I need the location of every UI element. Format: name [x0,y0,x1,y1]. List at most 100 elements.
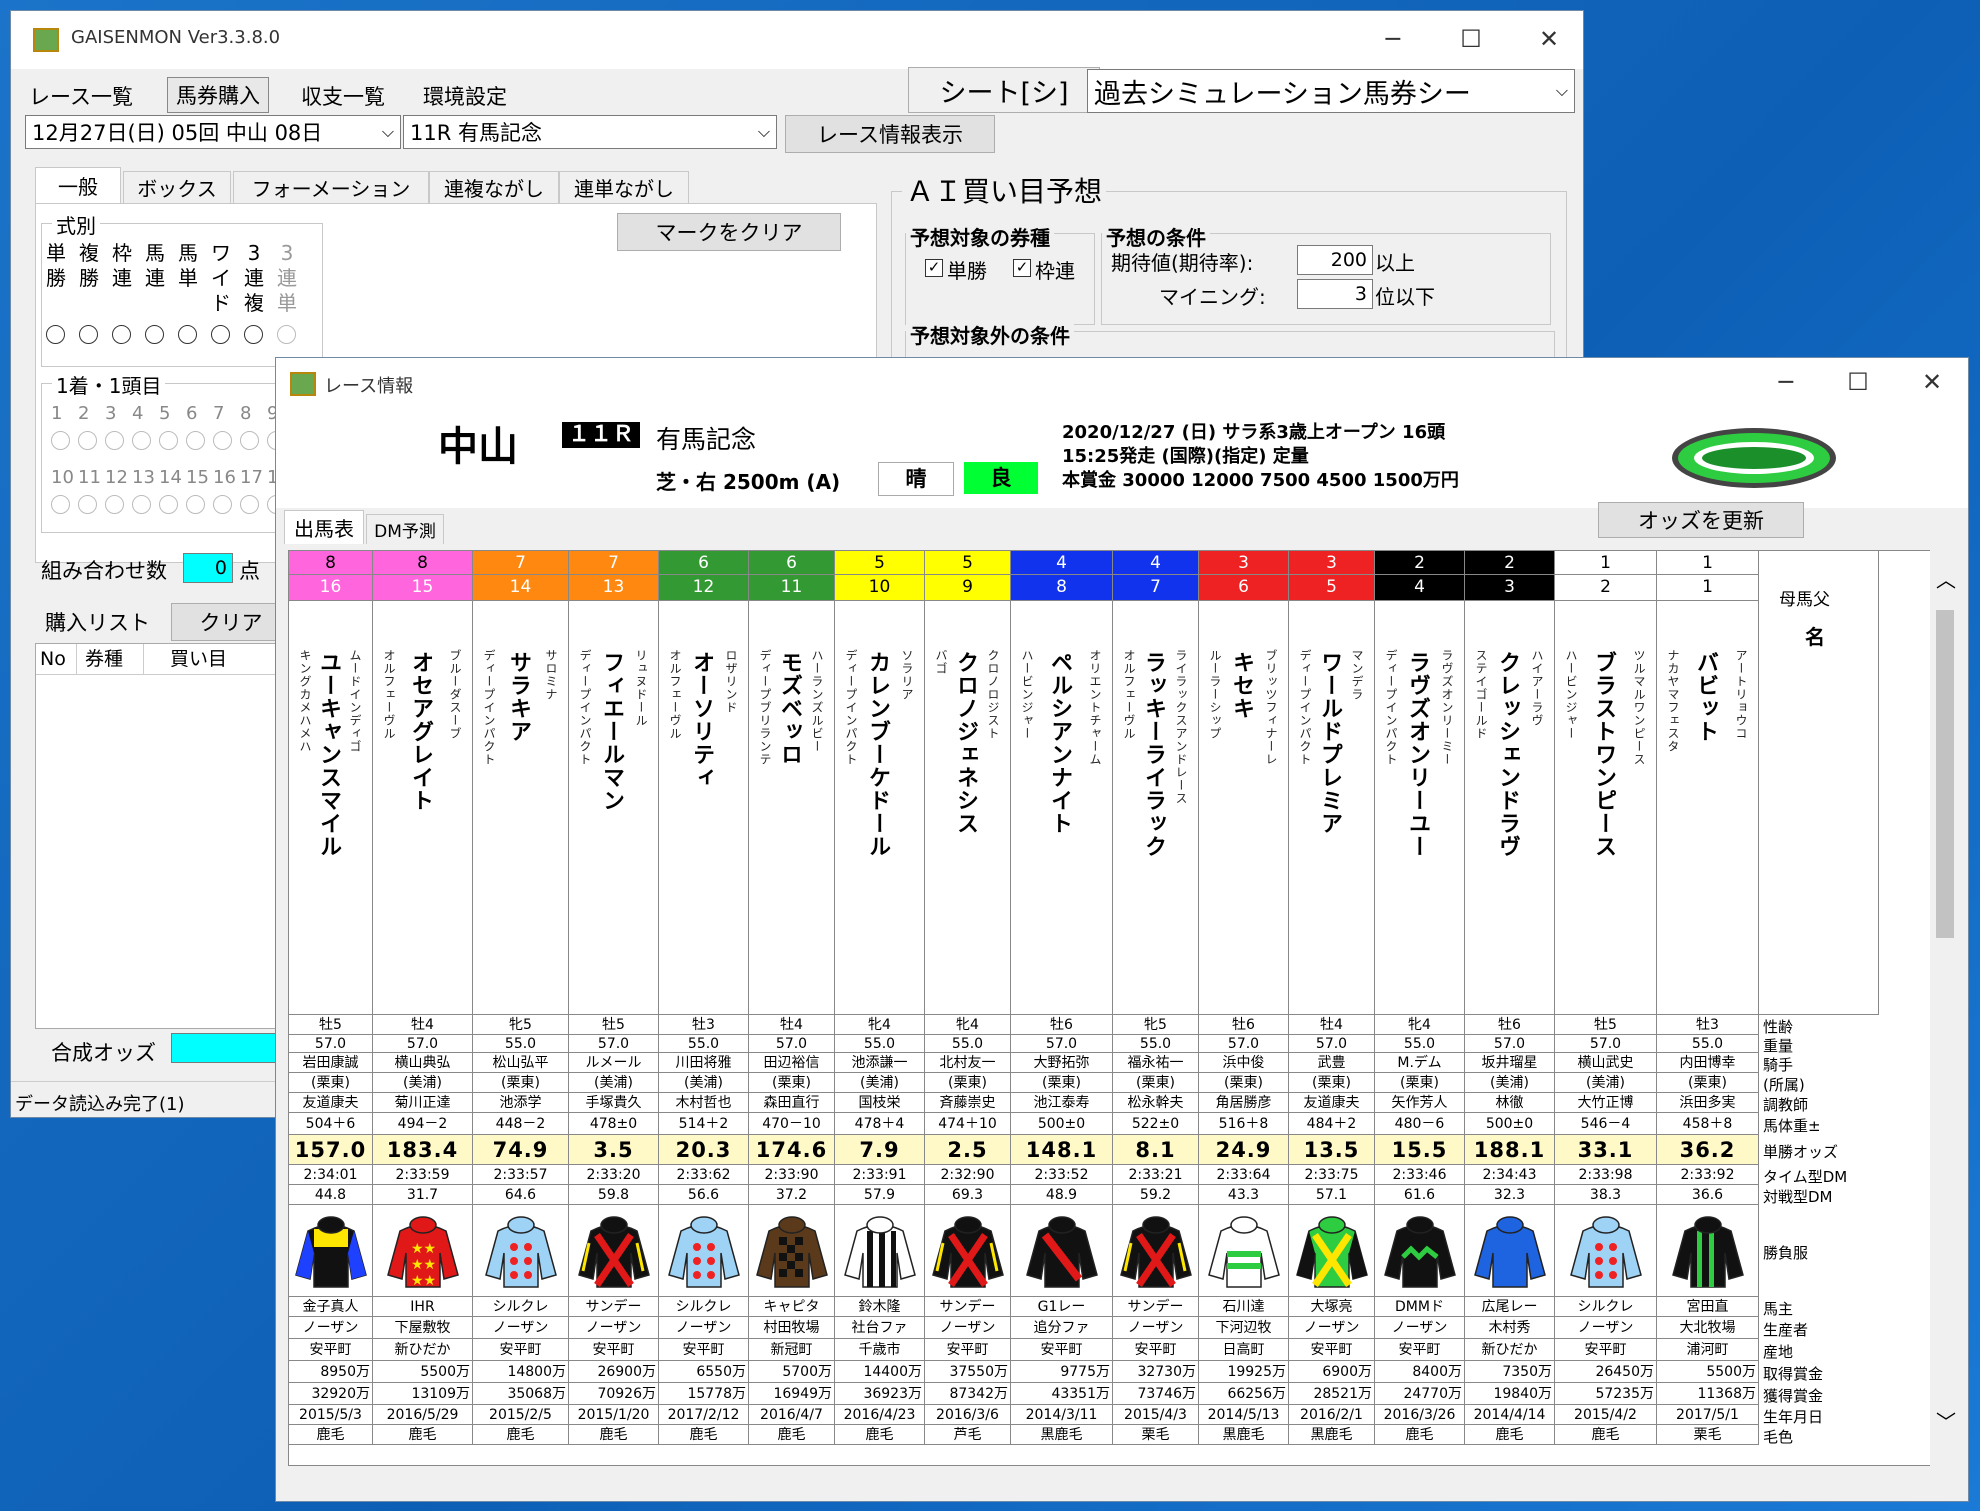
sheet-select[interactable]: 過去シミュレーション馬券シー ⌵ [1087,69,1575,113]
waku-cell: 1 [1555,551,1657,575]
close-icon[interactable]: ✕ [1513,17,1585,61]
shiki-radio[interactable] [178,325,197,344]
horse-name-cell[interactable]: ライラックスアンドレース ラッキーライラック オルフェーヴル [1113,601,1199,1015]
shiki-radio[interactable] [244,325,263,344]
horse-name-cell[interactable]: ハイアーラヴ クレッシェンドラヴ ステイゴールド [1465,601,1555,1015]
shiki-radio[interactable] [211,325,230,344]
maximize-icon[interactable]: ☐ [1435,17,1507,61]
shozoku-cell: (栗東) [289,1073,373,1093]
horse-name-cell[interactable]: ハーランズルビー モズベッロ ディープブリランテ [749,601,835,1015]
ai-expect-input[interactable]: 200 [1297,245,1373,275]
jockey-cell: 坂井瑠星 [1465,1053,1555,1073]
tdm-cell: 2:33:59 [373,1165,473,1185]
tab-dm-prediction[interactable]: DM予測 [366,514,444,544]
waku-cell: 1 [1657,551,1759,575]
horse-number-label: 4 [132,403,144,424]
prize2-cell: 43351万 [1011,1383,1113,1405]
shozoku-cell: (栗東) [1375,1073,1465,1093]
horse-name-cell[interactable]: オリエントチャーム ペルシアンナイト ハービンジャー [1011,601,1113,1015]
clear-marks-button[interactable]: マークをクリア [617,213,841,251]
prize1-cell: 14800万 [473,1361,569,1383]
clear-button[interactable]: クリア [171,603,291,641]
sire-text: ハービンジャー [1020,649,1034,740]
horse-number-checkbox[interactable] [78,431,97,450]
horse-name-cell[interactable]: ムードインディゴ ユーキャンスマイル キングカメハメハ [289,601,373,1015]
owner-cell: G1レー [1011,1297,1113,1317]
menu-balance-list[interactable]: 収支一覧 [301,81,385,111]
menu-race-list[interactable]: レース一覧 [29,81,133,111]
row-label: 獲得賞金 [1763,1387,1824,1405]
ai-mining-input[interactable]: 3 [1297,279,1373,309]
checkbox-wakuren[interactable]: ✓ [1013,259,1031,277]
horse-number-checkbox[interactable] [159,495,178,514]
horse-number-checkbox[interactable] [51,495,70,514]
tab-renpuku-nagashi[interactable]: 連複ながし [429,171,559,203]
menu-buy-tickets[interactable]: 馬券購入 [167,77,269,113]
horse-name-cell[interactable]: ソラリア カレンブーケドール ディープインパクト [835,601,925,1015]
horse-number-checkbox[interactable] [132,431,151,450]
scroll-thumb[interactable] [1936,610,1954,938]
horse-number-checkbox[interactable] [186,495,205,514]
race-info-button[interactable]: レース情報表示 [785,115,995,153]
tab-general[interactable]: 一般 [35,167,121,203]
shozoku-cell: (栗東) [473,1073,569,1093]
horse-name-cell[interactable]: ラヴズオンリーミー ラヴズオンリーユー ディープインパクト [1375,601,1465,1015]
scroll-down-icon[interactable]: ﹀ [1936,1406,1956,1435]
shiki-radio[interactable] [145,325,164,344]
scroll-up-icon[interactable]: ︿ [1936,564,1956,593]
horse-number-checkbox[interactable] [78,495,97,514]
tdm-cell: 2:34:01 [289,1165,373,1185]
coat-cell: 黒鹿毛 [1289,1425,1375,1445]
jockey-cell: 浜中俊 [1199,1053,1289,1073]
bw-cell: 516＋8 [1199,1113,1289,1135]
horse-name-cell[interactable]: マンデラ ワールドプレミア ディープインパクト [1289,601,1375,1015]
vertical-scrollbar[interactable]: ︿ ﹀ [1930,550,1960,1466]
tab-shutsuba[interactable]: 出馬表 [284,510,364,544]
shiki-radio[interactable] [79,325,98,344]
tab-formation[interactable]: フォーメーション [233,171,429,203]
horse-name-cell[interactable]: サロミナ サラキア ディープインパクト [473,601,569,1015]
menu-settings[interactable]: 環境設定 [423,81,507,111]
bw-cell: 484＋2 [1289,1113,1375,1135]
horse-name-cell[interactable]: ロザリンド オーソリティ オルフェーヴル [659,601,749,1015]
horse-number-cell: 15 [373,575,473,601]
horse-number-checkbox[interactable] [105,431,124,450]
trainer-cell: 友道康夫 [1289,1093,1375,1113]
race-close-icon[interactable]: ✕ [1896,360,1968,404]
horse-number-checkbox[interactable] [240,495,259,514]
odds-cell: 3.5 [569,1135,659,1165]
ai-target-title: 予想対象の券種 [906,222,1054,251]
horse-number-checkbox[interactable] [213,495,232,514]
horse-number-checkbox[interactable] [240,431,259,450]
horse-number-checkbox[interactable] [51,431,70,450]
horse-number-checkbox[interactable] [186,431,205,450]
horse-number-checkbox[interactable] [213,431,232,450]
checkbox-tansho[interactable]: ✓ [925,259,943,277]
horse-name-cell[interactable]: ブルーダスーブ オセアグレイト オルフェーヴル [373,601,473,1015]
horse-name-cell[interactable]: リュヌドール フィエールマン ディープインパクト [569,601,659,1015]
horse-name-cell[interactable]: クロノロジスト クロノジェネシス バゴ [925,601,1011,1015]
race-info-window: レース情報 ─ ☐ ✕ 中山 １１Ｒ 有馬記念 芝・右 2500m (A) 晴 … [275,357,1969,1502]
race-minimize-icon[interactable]: ─ [1750,360,1822,404]
shiki-radio[interactable] [46,325,65,344]
race-maximize-icon[interactable]: ☐ [1822,360,1894,404]
vdm-cell: 38.3 [1555,1185,1657,1205]
tab-box[interactable]: ボックス [123,171,231,203]
update-odds-button[interactable]: オッズを更新 [1598,502,1804,538]
horse-name-cell[interactable]: ブリッツフィナーレ キセキ ルーラーシップ [1199,601,1289,1015]
race-select[interactable]: 11R 有馬記念 ⌵ [403,115,777,149]
waku-cell: 7 [473,551,569,575]
horse-number-checkbox[interactable] [159,431,178,450]
date-select[interactable]: 12月27日(日) 05回 中山 08日 ⌵ [25,115,401,149]
horse-number-label: 15 [186,467,209,488]
horse-name-cell[interactable]: ツルマルワンピース ブラストワンピース ハービンジャー [1555,601,1657,1015]
horse-number-checkbox[interactable] [105,495,124,514]
shiki-radio[interactable] [277,325,296,344]
breeder-cell: 追分ファ [1011,1317,1113,1339]
shiki-radio[interactable] [112,325,131,344]
horse-name-cell[interactable]: アートリョウコ バビット ナカヤマフェスタ [1657,601,1759,1015]
horse-number-checkbox[interactable] [132,495,151,514]
tab-rentan-nagashi[interactable]: 連単ながし [559,171,689,203]
waku-cell: 4 [1113,551,1199,575]
minimize-icon[interactable]: ─ [1357,17,1429,61]
